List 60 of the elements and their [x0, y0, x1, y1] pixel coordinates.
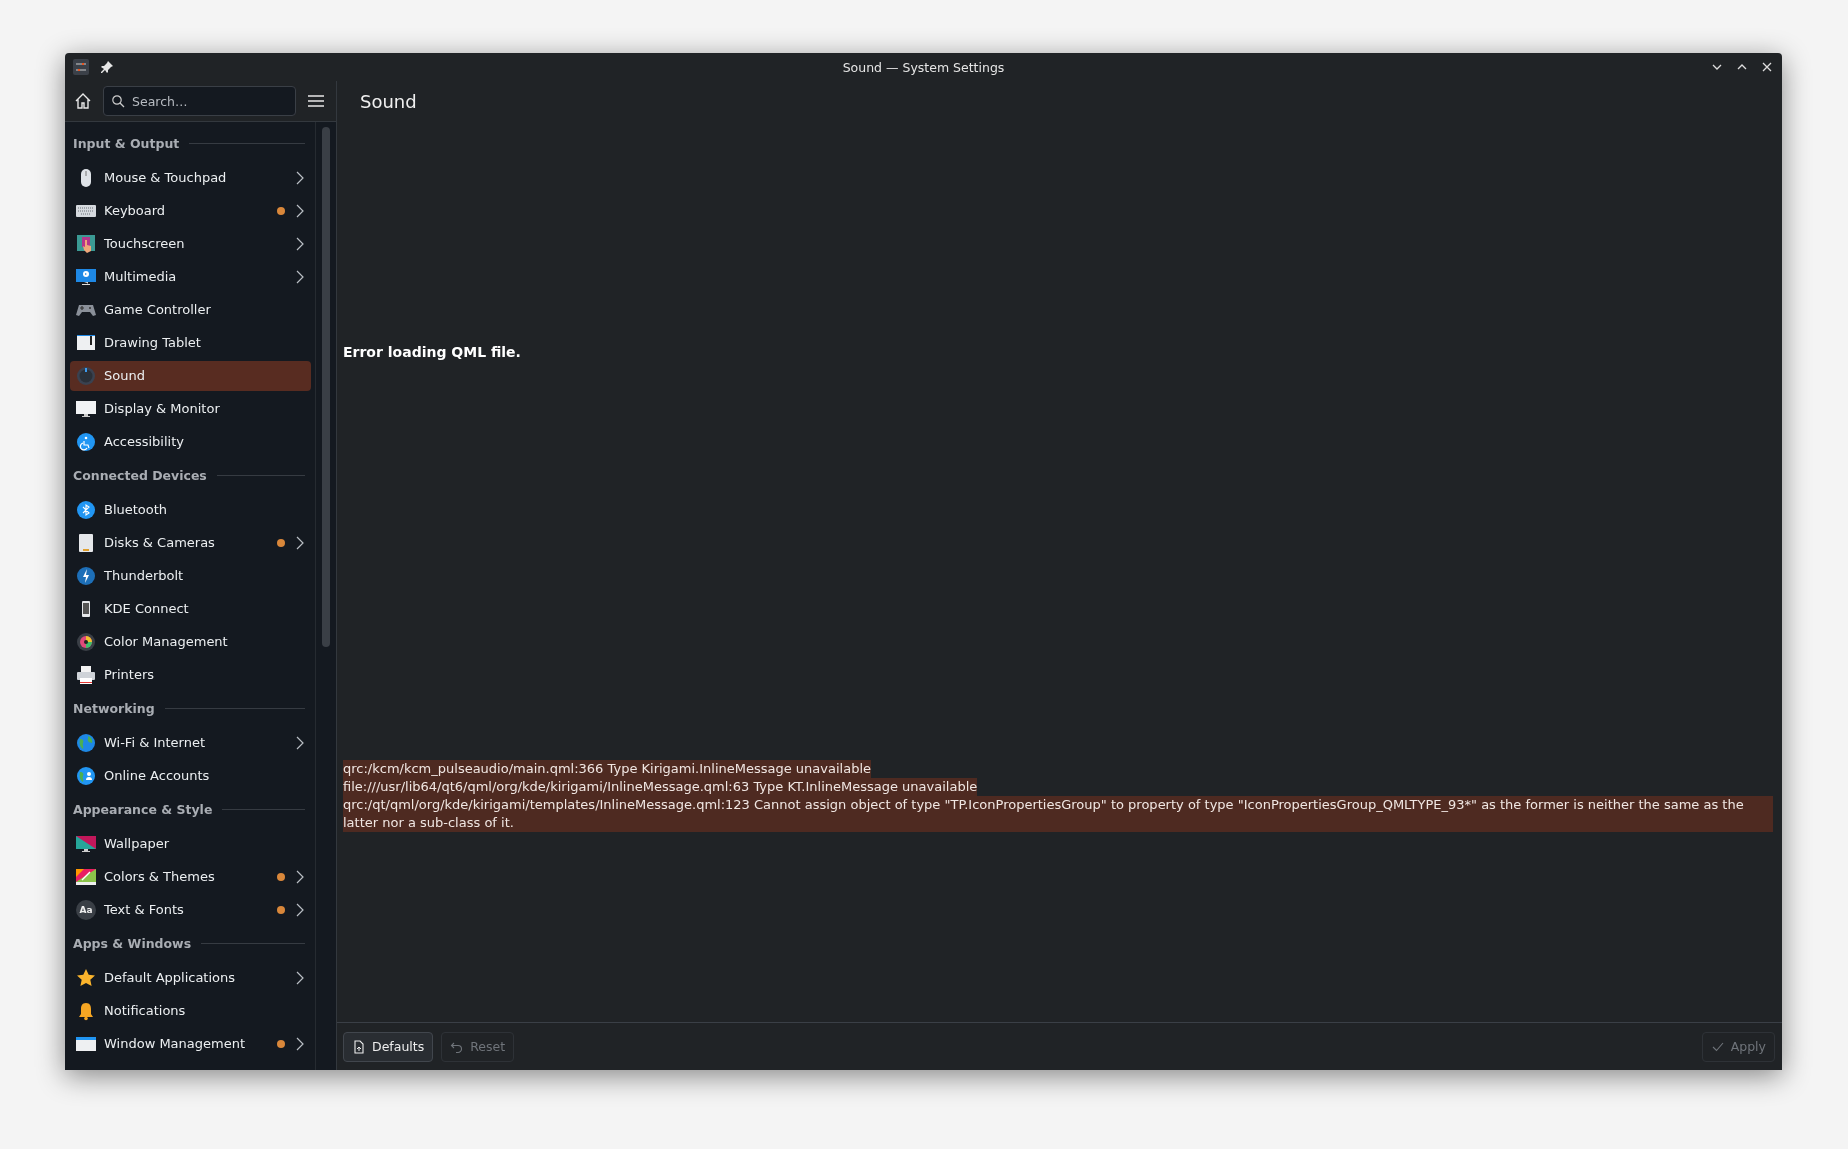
sidebar-item[interactable]: Wallpaper: [70, 828, 311, 859]
search-icon: [111, 94, 125, 108]
document-icon: [352, 1039, 366, 1054]
search-field[interactable]: Search…: [103, 86, 296, 116]
globe-icon: [76, 765, 96, 786]
accessibility-icon: [76, 431, 96, 452]
wallpaper-icon: [76, 833, 96, 854]
sidebar-item[interactable]: Keyboard: [70, 195, 311, 226]
sidebar-item[interactable]: Thunderbolt: [70, 560, 311, 591]
error-message: qrc:/qt/qml/org/kde/kirigami/templates/InlineMessage.qml:123 Cannot assign object of type "TP.IconPropertiesGroup" to property of type "IconPropertiesGroup_QMLTYPE_93*" as the former is neither the same as the latter nor a sub-class of it.: [343, 796, 1773, 832]
section-heading: Apps & Windows: [73, 936, 192, 951]
sidebar-item[interactable]: Multimedia: [70, 261, 311, 292]
footer-button[interactable]: Defaults: [343, 1031, 434, 1062]
section-heading: Connected Devices: [73, 468, 207, 483]
hand-icon: [76, 233, 96, 254]
lightning-icon: [76, 565, 96, 586]
tablet-icon: [76, 332, 96, 353]
sliders-icon[interactable]: [73, 59, 89, 75]
sidebar-item[interactable]: Display & Monitor: [70, 393, 311, 424]
home-icon[interactable]: [73, 91, 93, 111]
font-icon: Aa: [76, 899, 96, 920]
sidebar-item[interactable]: Printers: [70, 659, 311, 690]
monitor-icon: [76, 398, 96, 419]
sidebar-item[interactable]: Accessibility: [70, 426, 311, 457]
bluetooth-icon: [76, 499, 96, 520]
error-message: file:///usr/lib64/qt6/qml/org/kde/kirigami/InlineMessage.qml:63 Type KT.InlineMessage unavailable: [343, 778, 978, 796]
window-title: Sound — System Settings: [842, 59, 1005, 75]
error-heading: Error loading QML file.: [343, 344, 521, 360]
sidebar-item[interactable]: Color Management: [70, 626, 311, 657]
sidebar-item[interactable]: Notifications: [70, 995, 311, 1026]
sidebar-item[interactable]: Aa Text & Fonts: [70, 894, 311, 925]
page-title: Sound: [360, 91, 417, 112]
sidebar-item[interactable]: Game Controller: [70, 294, 311, 325]
sidebar-item[interactable]: Default Applications: [70, 962, 311, 993]
sidebar-item[interactable]: Drawing Tablet: [70, 327, 311, 358]
sidebar-item[interactable]: Wi-Fi & Internet: [70, 727, 311, 758]
error-message: qrc:/kcm/kcm_pulseaudio/main.qml:366 Type Kirigami.InlineMessage unavailable: [343, 760, 872, 778]
sidebar-item[interactable]: Mouse & Touchpad: [70, 162, 311, 193]
section-heading: Input & Output: [73, 136, 180, 151]
printer-icon: [76, 664, 96, 685]
sidebar-item[interactable]: Bluetooth: [70, 494, 311, 525]
sidebar-item[interactable]: Window Management: [70, 1028, 311, 1059]
sidebar-item[interactable]: Colors & Themes: [70, 861, 311, 892]
palette-icon: [76, 866, 96, 887]
sidebar-item[interactable]: Sound: [70, 360, 311, 391]
globe-icon: [76, 732, 96, 753]
color-wheel-icon: [76, 631, 96, 652]
sidebar-item[interactable]: Touchscreen: [70, 228, 311, 259]
sidebar-item[interactable]: Online Accounts: [70, 760, 311, 791]
section-heading: Appearance & Style: [73, 802, 213, 817]
section-heading: Networking: [73, 701, 155, 716]
close-icon[interactable]: [1760, 60, 1774, 74]
monitor-icon: [76, 266, 96, 287]
sidebar-item[interactable]: Disks & Cameras: [70, 527, 311, 558]
star-icon: [76, 967, 96, 988]
knob-icon: [76, 365, 96, 386]
bell-icon: [76, 1000, 96, 1021]
sidebar-item[interactable]: KDE Connect: [70, 593, 311, 624]
pin-icon[interactable]: [99, 59, 115, 75]
scrollbar[interactable]: [322, 127, 330, 647]
